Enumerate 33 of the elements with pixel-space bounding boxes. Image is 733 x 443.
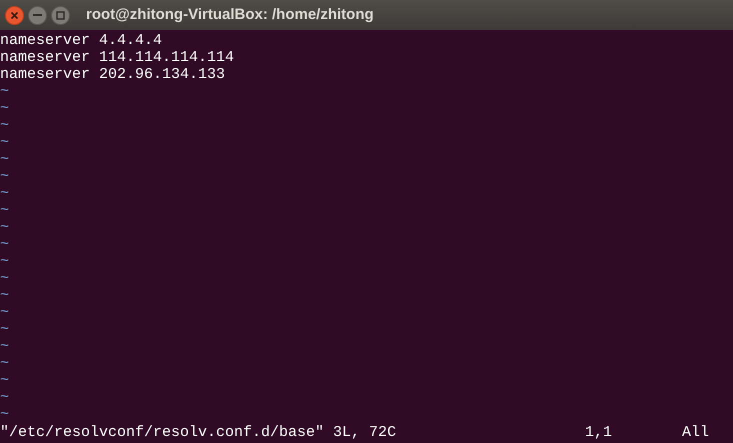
maximize-button[interactable] [51,6,70,24]
empty-line-marker: ~ [0,83,10,100]
empty-line-marker: ~ [0,236,10,253]
empty-line-marker: ~ [0,185,10,202]
empty-line-marker: ~ [0,304,10,321]
empty-line-marker: ~ [0,389,10,406]
empty-line-marker: ~ [0,134,10,151]
status-message: "/etc/resolvconf/resolv.conf.d/base" 3L, 72C [0,422,398,443]
maximize-icon [56,10,65,20]
scroll-indicator: All [682,422,710,443]
empty-line-marker: ~ [0,219,10,236]
text-line: nameserver 202.96.134.133 [0,66,226,83]
empty-line-marker: ~ [0,355,10,372]
empty-line-marker: ~ [0,321,10,338]
close-icon [10,10,19,20]
empty-line-marker: ~ [0,253,10,270]
empty-line-marker: ~ [0,151,10,168]
empty-line-marker: ~ [0,100,10,117]
empty-line-marker: ~ [0,338,10,355]
minimize-icon [33,14,42,16]
cursor-position: 1,1 [585,422,614,443]
empty-line-marker: ~ [0,168,10,185]
empty-line-marker: ~ [0,202,10,219]
empty-line-marker: ~ [0,270,10,287]
empty-line-marker: ~ [0,406,10,423]
empty-line-marker: ~ [0,372,10,389]
text-line: nameserver 114.114.114.114 [0,49,236,66]
empty-line-marker: ~ [0,287,10,304]
empty-line-marker: ~ [0,117,10,134]
text-line: nameserver 4.4.4.4 [0,32,164,49]
window-title: root@zhitong-VirtualBox: /home/zhitong [86,4,374,25]
minimize-button[interactable] [28,6,47,24]
close-button[interactable] [5,6,24,24]
